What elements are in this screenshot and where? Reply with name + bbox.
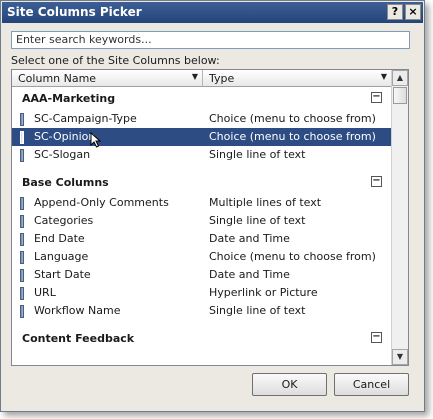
column-name: SC-Campaign-Type: [34, 112, 137, 125]
column-icon: [20, 287, 24, 300]
column-icon: [20, 113, 24, 126]
chevron-down-icon: ▼: [380, 72, 387, 81]
vertical-scrollbar[interactable]: ▲ ▼: [391, 70, 408, 365]
column-header-row: Column Name ▼ Type ▼: [12, 70, 392, 87]
group-label: AAA-Marketing: [22, 92, 116, 105]
column-name: URL: [34, 286, 56, 299]
type-header-label: Type: [209, 72, 235, 85]
cancel-button[interactable]: Cancel: [334, 373, 409, 396]
column-type: Choice (menu to choose from): [209, 250, 376, 263]
close-button[interactable]: ×: [405, 4, 421, 20]
group-header: AAA-Marketing −: [12, 88, 392, 110]
column-name-header-label: Column Name: [18, 72, 97, 85]
list-item[interactable]: URL Hyperlink or Picture: [12, 284, 392, 302]
search-input[interactable]: Enter search keywords...: [11, 31, 410, 49]
collapse-icon[interactable]: −: [371, 332, 382, 343]
list-item[interactable]: Workflow Name Single line of text: [12, 302, 392, 320]
help-button[interactable]: ?: [387, 4, 403, 20]
column-icon: [20, 197, 24, 210]
type-header[interactable]: Type ▼: [203, 70, 392, 87]
column-icon: [20, 251, 24, 264]
list-item[interactable]: SC-Slogan Single line of text: [12, 146, 392, 164]
collapse-icon[interactable]: −: [371, 92, 382, 103]
column-icon: [20, 233, 24, 246]
collapse-icon[interactable]: −: [371, 176, 382, 187]
column-type: Single line of text: [209, 148, 306, 161]
column-type: Date and Time: [209, 268, 290, 281]
title-bar: Site Columns Picker ? ×: [2, 2, 423, 23]
chevron-down-icon: ▼: [191, 72, 198, 81]
list-item[interactable]: Append-Only Comments Multiple lines of te…: [12, 194, 392, 212]
group-header: Content Feedback −: [12, 328, 392, 350]
column-type: Choice (menu to choose from): [209, 112, 376, 125]
column-name: Categories: [34, 214, 94, 227]
column-name: Language: [34, 250, 89, 263]
column-name: End Date: [34, 232, 85, 245]
scroll-down-button[interactable]: ▼: [392, 349, 408, 365]
instruction-label: Select one of the Site Columns below:: [11, 54, 220, 67]
column-name: Append-Only Comments: [34, 196, 169, 209]
column-name-header[interactable]: Column Name ▼: [12, 70, 203, 87]
site-columns-list[interactable]: Column Name ▼ Type ▼ AAA-Marketing − SC-Ca…: [11, 69, 409, 366]
column-name: Start Date: [34, 268, 91, 281]
column-name: SC-Opinion: [34, 130, 96, 143]
list-item[interactable]: SC-Campaign-Type Choice (menu to choose f…: [12, 110, 392, 128]
column-type: Date and Time: [209, 232, 290, 245]
column-icon: [20, 305, 24, 318]
site-columns-picker-dialog: Site Columns Picker ? × Enter search key…: [0, 0, 425, 412]
ok-button[interactable]: OK: [252, 373, 327, 396]
list-item[interactable]: SC-Opinion Choice (menu to choose from): [12, 128, 392, 148]
list-item[interactable]: Start Date Date and Time: [12, 266, 392, 284]
list-rows: AAA-Marketing − SC-Campaign-Type Choice (me…: [12, 88, 392, 350]
column-type: Single line of text: [209, 214, 306, 227]
scroll-thumb[interactable]: [393, 87, 407, 104]
group-header: Base Columns −: [12, 172, 392, 194]
group-label: Content Feedback: [22, 332, 135, 345]
list-item[interactable]: Categories Single line of text: [12, 212, 392, 230]
column-name: SC-Slogan: [34, 148, 91, 161]
scroll-up-button[interactable]: ▲: [392, 70, 408, 86]
list-item[interactable]: End Date Date and Time: [12, 230, 392, 248]
list-item[interactable]: Language Choice (menu to choose from): [12, 248, 392, 266]
group-label: Base Columns: [22, 176, 109, 189]
column-icon: [20, 149, 24, 162]
column-icon: [20, 131, 24, 144]
column-name: Workflow Name: [34, 304, 121, 317]
column-icon: [20, 215, 24, 228]
column-icon: [20, 269, 24, 282]
window-title: Site Columns Picker: [7, 5, 142, 19]
column-type: Multiple lines of text: [209, 196, 322, 209]
column-type: Hyperlink or Picture: [209, 286, 318, 299]
column-type: Single line of text: [209, 304, 306, 317]
column-type: Choice (menu to choose from): [209, 130, 376, 143]
